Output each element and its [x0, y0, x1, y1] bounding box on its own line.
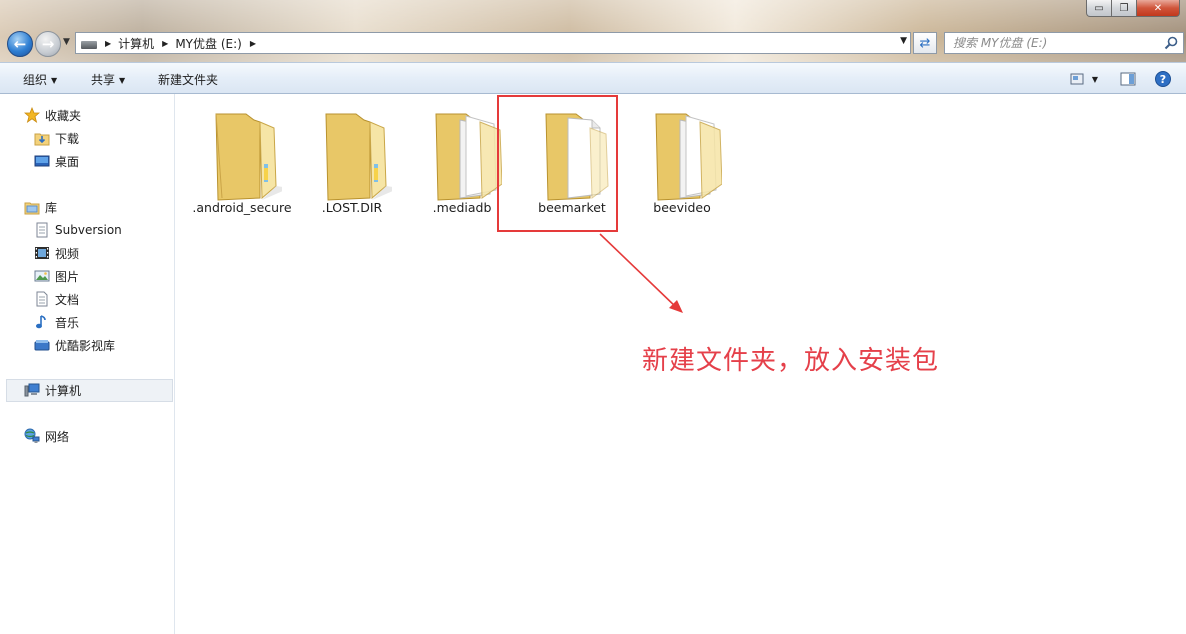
drive-icon — [81, 41, 97, 49]
arrow-left-icon: ← — [13, 35, 27, 53]
navigation-bar: ← → ▼ ▶ 计算机 ▶ MY优盘 (E:) ▶ ▼ ⇄ — [0, 28, 1186, 58]
view-options-button[interactable]: ▼ — [1066, 70, 1102, 88]
address-bar[interactable]: ▶ 计算机 ▶ MY优盘 (E:) ▶ ▼ — [75, 32, 911, 54]
chevron-down-icon: ▼ — [119, 76, 126, 85]
svg-text:?: ? — [1160, 73, 1166, 86]
sidebar-item-label: 收藏夹 — [45, 108, 82, 123]
chevron-down-icon: ▼ — [1091, 74, 1099, 84]
document-icon — [36, 291, 48, 307]
close-button[interactable]: ✕ — [1137, 0, 1180, 17]
navigation-pane: 收藏夹 下载 桌面 库 Subversion 视频 图片 文档 音乐 优酷影视库… — [0, 94, 175, 634]
maximize-button[interactable]: ❐ — [1112, 0, 1137, 17]
sidebar-item-subversion[interactable]: Subversion — [34, 219, 122, 241]
history-dropdown-icon[interactable]: ▼ — [63, 37, 70, 47]
sidebar-item-youku[interactable]: 优酷影视库 — [34, 334, 115, 356]
new-folder-button[interactable]: 新建文件夹 — [158, 71, 218, 88]
share-label: 共享 — [91, 73, 116, 87]
command-bar: 组织 ▼ 共享 ▼ 新建文件夹 ▼ ? — [0, 62, 1186, 94]
video-icon — [35, 247, 49, 259]
help-icon: ? — [1155, 71, 1171, 87]
media-library-icon — [34, 340, 50, 351]
sidebar-item-label: 桌面 — [55, 154, 80, 169]
picture-icon — [34, 270, 50, 282]
organize-label: 组织 — [23, 73, 48, 87]
subversion-icon — [36, 222, 48, 238]
breadcrumb-chevron-icon[interactable]: ▶ — [162, 39, 168, 48]
minimize-button[interactable]: ▭ — [1086, 0, 1112, 17]
chevron-down-icon: ▼ — [51, 76, 58, 85]
sidebar-item-label: 库 — [45, 200, 58, 215]
sidebar-item-label: 图片 — [55, 269, 80, 284]
annotation-text: 新建文件夹，放入安装包 — [642, 346, 940, 376]
sidebar-item-favorites[interactable]: 收藏夹 — [24, 104, 81, 126]
sidebar-item-label: 优酷影视库 — [55, 338, 116, 353]
sidebar-item-documents[interactable]: 文档 — [34, 288, 79, 310]
sidebar-item-libraries[interactable]: 库 — [24, 196, 57, 218]
sidebar-item-downloads[interactable]: 下载 — [34, 127, 79, 149]
refresh-icon: ⇄ — [919, 35, 931, 51]
arrow-right-icon: → — [41, 35, 55, 53]
sidebar-item-label: 下载 — [55, 131, 80, 146]
search-box[interactable] — [944, 32, 1184, 54]
breadcrumb-chevron-icon[interactable]: ▶ — [250, 39, 256, 48]
refresh-button[interactable]: ⇄ — [913, 32, 937, 54]
sidebar-item-computer[interactable]: 计算机 — [24, 379, 81, 401]
star-icon — [24, 107, 40, 123]
computer-icon — [24, 383, 40, 397]
help-button[interactable]: ? — [1154, 70, 1172, 88]
back-button[interactable]: ← — [7, 31, 33, 57]
sidebar-item-videos[interactable]: 视频 — [34, 242, 79, 264]
preview-pane-icon — [1120, 72, 1136, 86]
libraries-icon — [24, 202, 40, 215]
sidebar-item-label: 音乐 — [55, 315, 80, 330]
sidebar-item-label: Subversion — [55, 223, 122, 237]
sidebar-item-label: 网络 — [45, 429, 70, 444]
sidebar-item-label: 计算机 — [45, 383, 82, 398]
music-icon — [36, 315, 46, 329]
view-icon — [1070, 73, 1084, 85]
forward-button[interactable]: → — [35, 31, 61, 57]
sidebar-item-label: 文档 — [55, 292, 80, 307]
breadcrumb-computer[interactable]: 计算机 — [118, 35, 154, 52]
file-list-view: .android_secure .LOST.DIR .mediadb beema… — [176, 94, 1186, 634]
sidebar-item-label: 视频 — [55, 246, 80, 261]
desktop-icon — [34, 155, 50, 167]
preview-pane-button[interactable] — [1119, 70, 1137, 88]
sidebar-item-pictures[interactable]: 图片 — [34, 265, 79, 287]
sidebar-item-desktop[interactable]: 桌面 — [34, 150, 79, 172]
sidebar-item-music[interactable]: 音乐 — [34, 311, 79, 333]
caption-buttons: ▭ ❐ ✕ — [1086, 0, 1180, 17]
organize-button[interactable]: 组织 ▼ — [23, 71, 57, 88]
breadcrumb-drive[interactable]: MY优盘 (E:) — [175, 35, 242, 52]
share-button[interactable]: 共享 ▼ — [91, 71, 125, 88]
search-input[interactable] — [945, 33, 1155, 53]
network-icon — [24, 428, 40, 443]
sidebar-item-network[interactable]: 网络 — [24, 425, 69, 447]
search-icon[interactable] — [1164, 36, 1178, 50]
address-dropdown-icon[interactable]: ▼ — [900, 36, 907, 46]
downloads-folder-icon — [34, 133, 50, 146]
breadcrumb-chevron-icon[interactable]: ▶ — [105, 39, 111, 48]
